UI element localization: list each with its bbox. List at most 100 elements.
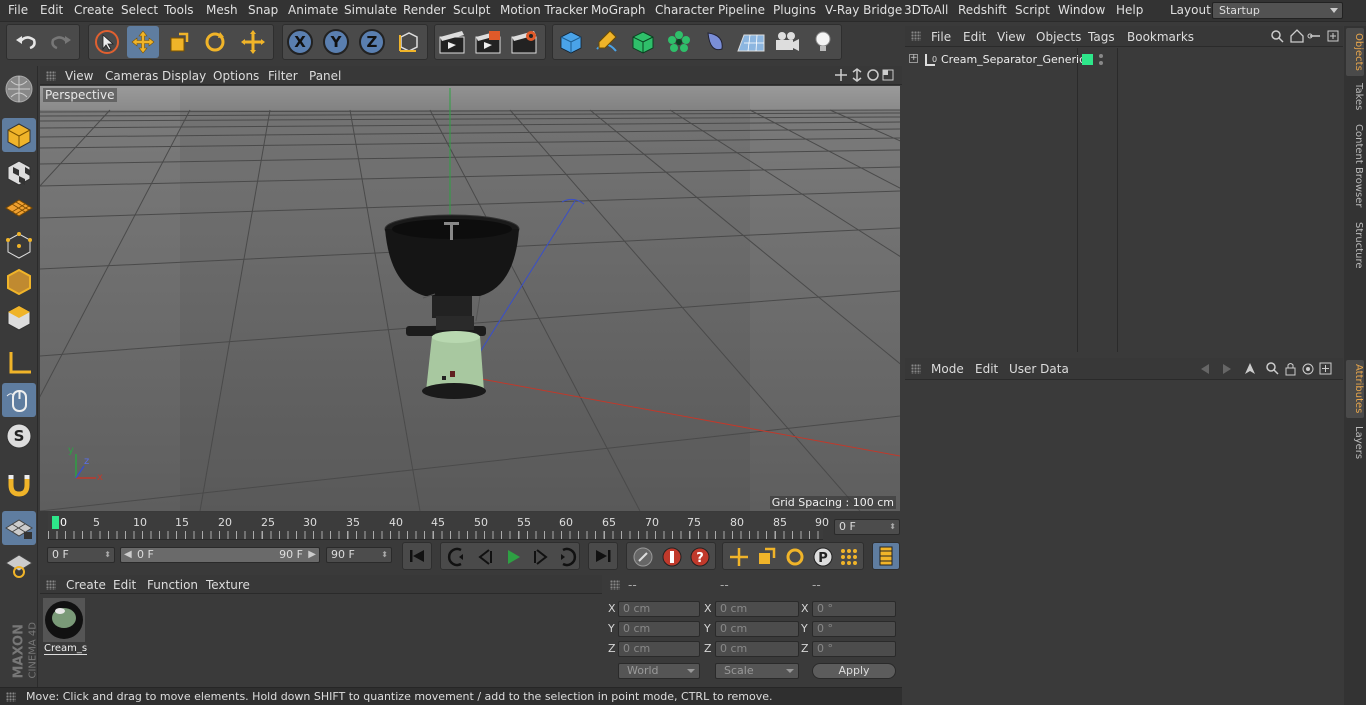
viewport-menu-view[interactable]: View (65, 69, 93, 83)
menu-3dtoall[interactable]: 3DToAll (904, 3, 948, 17)
menu-edit[interactable]: Edit (40, 3, 63, 17)
y-axis-lock-button[interactable]: Y (320, 26, 352, 58)
timeline-view-button[interactable] (872, 542, 900, 570)
menu-window[interactable]: Window (1058, 3, 1105, 17)
undo-button[interactable] (10, 26, 42, 58)
render-settings-button[interactable] (508, 26, 540, 58)
add-light-button[interactable] (807, 26, 839, 58)
parameter-key-button[interactable]: P (809, 544, 837, 570)
tab-content-browser[interactable]: Content Browser (1346, 120, 1364, 212)
grip-icon[interactable] (46, 71, 56, 81)
object-menu-view[interactable]: View (997, 30, 1025, 44)
viewport-menu-panel[interactable]: Panel (309, 69, 341, 83)
layer-color-swatch[interactable] (1082, 54, 1093, 65)
material-menu-texture[interactable]: Texture (206, 578, 250, 592)
rotation-p-field[interactable]: 0 ° (812, 621, 896, 637)
axis-mode-button[interactable] (2, 346, 36, 380)
record-active-button[interactable] (629, 544, 657, 570)
viewport-menu-options[interactable]: Options (213, 69, 259, 83)
max-time-field[interactable]: 90 F ⬍ (326, 547, 392, 563)
expand-icon[interactable]: + (909, 54, 918, 63)
add-deformer-button[interactable] (699, 26, 731, 58)
object-menu-file[interactable]: File (931, 30, 951, 44)
workplane-lock-button[interactable] (2, 511, 36, 545)
workplane-rotate-button[interactable] (2, 548, 36, 582)
snap-button[interactable] (2, 466, 36, 500)
tab-structure[interactable]: Structure (1346, 218, 1364, 272)
add-pen-button[interactable] (591, 26, 623, 58)
object-menu-bookmarks[interactable]: Bookmarks (1127, 30, 1194, 44)
perspective-viewport[interactable]: y x z Perspective Grid Spacing : 100 cm (40, 86, 900, 511)
goto-end-button[interactable] (588, 542, 618, 570)
menu-mesh[interactable]: Mesh (206, 3, 238, 17)
menu-animate[interactable]: Animate (288, 3, 338, 17)
menu-redshift[interactable]: Redshift (958, 3, 1007, 17)
layout-select[interactable]: Startup (1212, 2, 1343, 19)
menu-vray-bridge[interactable]: V-Ray Bridge (825, 3, 902, 17)
rotate-tool-button[interactable] (199, 26, 231, 58)
position-key-button[interactable] (725, 544, 753, 570)
menu-snap[interactable]: Snap (248, 3, 278, 17)
workplane-mode-button[interactable] (2, 191, 36, 225)
min-time-field[interactable]: 0 F ⬍ (47, 547, 115, 563)
tab-takes[interactable]: Takes (1346, 80, 1364, 114)
position-x-field[interactable]: 0 cm (618, 601, 700, 617)
scale-tool-button[interactable] (163, 26, 195, 58)
viewport-menu-filter[interactable]: Filter (268, 69, 298, 83)
menu-render[interactable]: Render (403, 3, 446, 17)
menu-file[interactable]: File (8, 3, 28, 17)
goto-start-button[interactable] (402, 542, 432, 570)
add-camera-button[interactable] (771, 26, 803, 58)
tweak-mode-button[interactable] (2, 383, 36, 417)
prev-key-button[interactable] (443, 544, 471, 570)
render-picture-viewer-button[interactable] (472, 26, 504, 58)
render-visibility-dot[interactable] (1099, 61, 1103, 65)
playhead-marker[interactable] (52, 516, 59, 529)
menu-pipeline[interactable]: Pipeline (718, 3, 765, 17)
size-z-field[interactable]: 0 cm (715, 641, 799, 657)
viewport-menu-display[interactable]: Display (162, 69, 206, 83)
add-subdivision-button[interactable] (627, 26, 659, 58)
object-menu-objects[interactable]: Objects (1036, 30, 1081, 44)
tab-objects[interactable]: Objects (1346, 28, 1364, 76)
coord-scale-select[interactable]: Scale (715, 663, 799, 679)
scale-key-button[interactable] (753, 544, 781, 570)
grip-icon[interactable] (911, 364, 921, 374)
tab-attributes[interactable]: Attributes (1346, 360, 1364, 418)
point-level-button[interactable] (835, 544, 863, 570)
material-menu-function[interactable]: Function (147, 578, 198, 592)
viewport-menu-cameras[interactable]: Cameras (105, 69, 158, 83)
menu-tools[interactable]: Tools (164, 3, 194, 17)
coord-mode-select[interactable]: World (618, 663, 700, 679)
add-floor-button[interactable] (735, 26, 767, 58)
object-menu-tags[interactable]: Tags (1088, 30, 1115, 44)
render-view-button[interactable] (436, 26, 468, 58)
menu-create[interactable]: Create (74, 3, 114, 17)
make-editable-button[interactable] (2, 72, 36, 106)
edges-mode-button[interactable] (2, 264, 36, 298)
attribute-menu-user-data[interactable]: User Data (1009, 362, 1069, 376)
prev-frame-button[interactable] (471, 544, 499, 570)
menu-help[interactable]: Help (1116, 3, 1143, 17)
menu-character[interactable]: Character (655, 3, 714, 17)
menu-select[interactable]: Select (121, 3, 158, 17)
material-menu-create[interactable]: Create (66, 578, 106, 592)
grip-icon[interactable] (911, 31, 921, 41)
rotation-h-field[interactable]: 0 ° (812, 601, 896, 617)
apply-button[interactable]: Apply (812, 663, 896, 679)
tab-layers[interactable]: Layers (1346, 424, 1364, 462)
size-x-field[interactable]: 0 cm (715, 601, 799, 617)
object-row[interactable]: + 0 Cream_Separator_Generic (905, 50, 1343, 70)
material-swatch[interactable]: Cream_s (43, 598, 88, 656)
menu-motion-tracker[interactable]: Motion Tracker (500, 3, 588, 17)
z-axis-lock-button[interactable]: Z (356, 26, 388, 58)
editor-visibility-dot[interactable] (1099, 54, 1103, 58)
redo-button[interactable] (45, 26, 77, 58)
rotation-b-field[interactable]: 0 ° (812, 641, 896, 657)
attribute-menu-edit[interactable]: Edit (975, 362, 998, 376)
material-menu-edit[interactable]: Edit (113, 578, 136, 592)
keyframe-selection-button[interactable]: ? (686, 544, 714, 570)
current-frame-field[interactable]: 0 F ⬍ (834, 519, 900, 535)
add-cube-button[interactable] (555, 26, 587, 58)
points-mode-button[interactable] (2, 228, 36, 262)
